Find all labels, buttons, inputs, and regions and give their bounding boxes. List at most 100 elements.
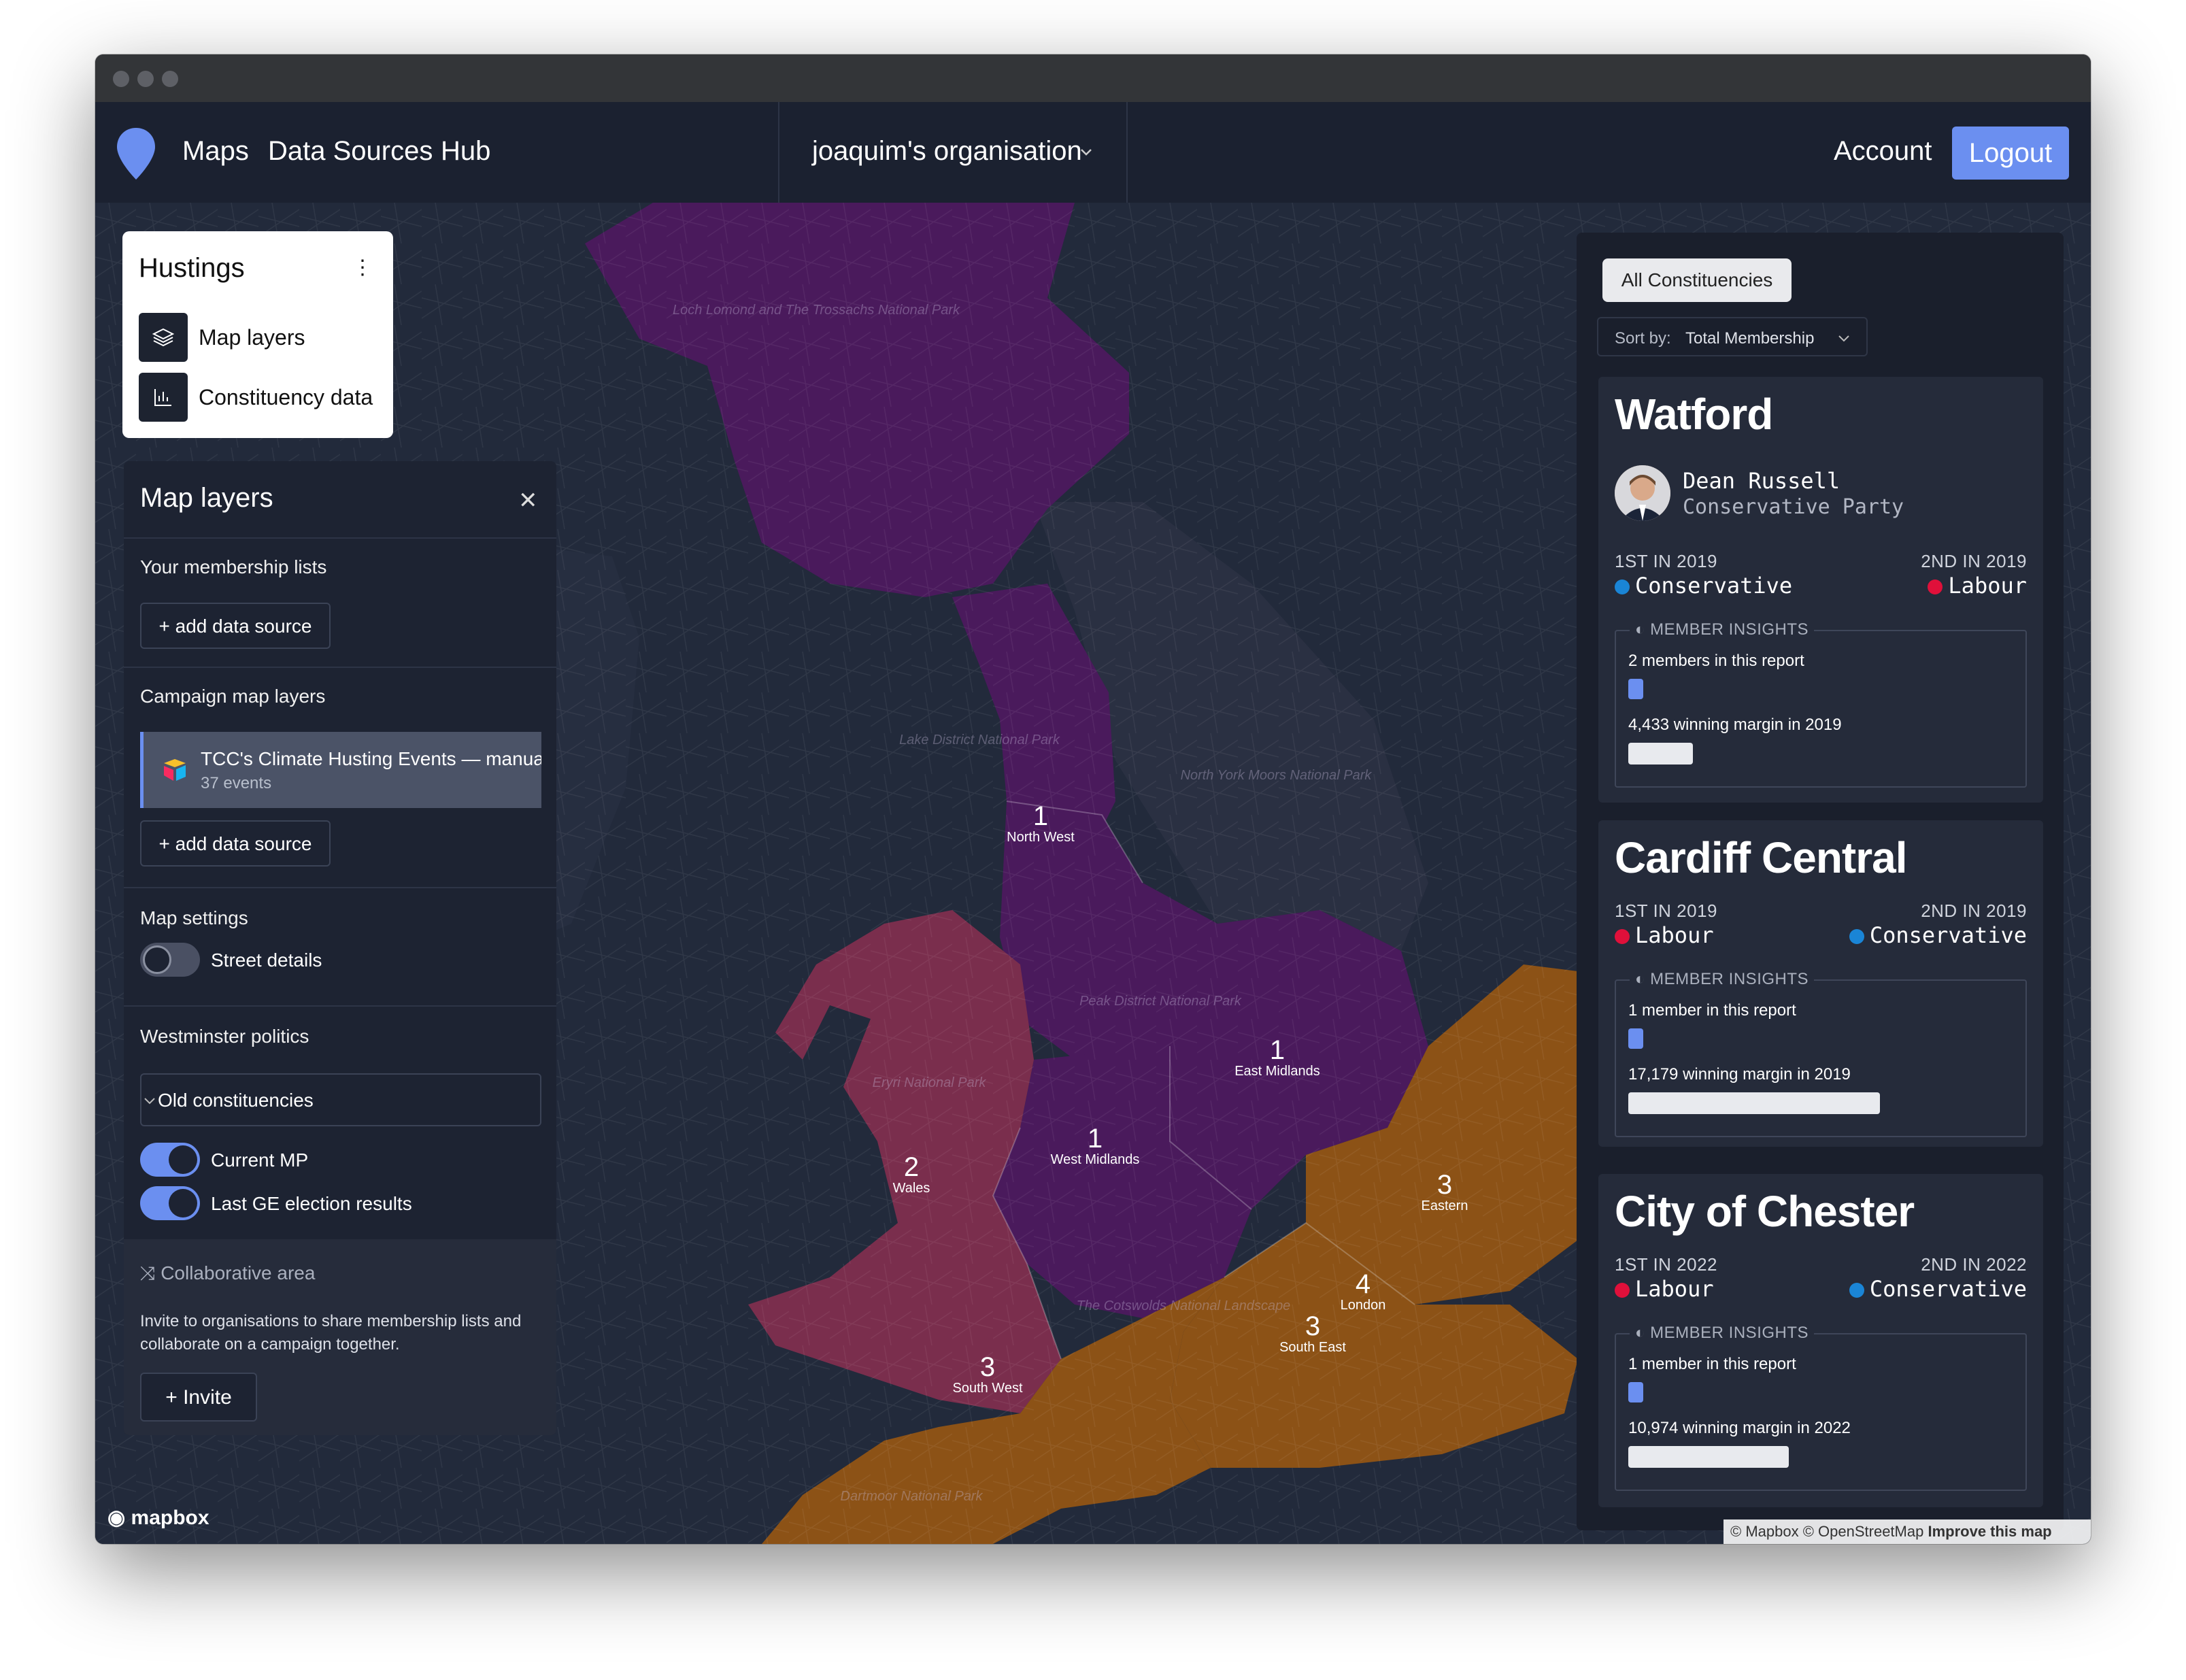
region-label-eastern[interactable]: 3 Eastern — [1422, 1171, 1468, 1214]
shuffle-icon: ⤨ — [140, 1262, 161, 1283]
second-place-label: 2ND IN 2019 — [1921, 551, 2027, 571]
party-color-dot — [1849, 929, 1864, 944]
divider — [124, 887, 556, 888]
divider — [124, 537, 556, 539]
party-color-dot — [1928, 579, 1943, 594]
park-label: Lake District National Park — [899, 733, 1060, 747]
attribution-text[interactable]: © Mapbox © OpenStreetMap — [1730, 1523, 1923, 1540]
nav-data-sources[interactable]: Data Sources — [268, 136, 433, 167]
region-label-south-west[interactable]: 3 South West — [952, 1354, 1022, 1396]
members-count: 1 member in this report — [1628, 1355, 1796, 1373]
mp-avatar — [1615, 465, 1670, 521]
park-label: Loch Lomond and The Trossachs National P… — [672, 303, 960, 318]
party-color-dot — [1615, 579, 1630, 594]
maximize-window-button[interactable] — [162, 71, 178, 87]
organisation-name: joaquim's organisation — [812, 136, 1082, 166]
park-label: Peak District National Park — [1079, 994, 1241, 1009]
member-insights-label: ◐ MEMBER INSIGHTS — [1630, 620, 1815, 639]
region-label-east-midlands[interactable]: 1 East Midlands — [1234, 1037, 1320, 1079]
close-icon[interactable]: ✕ — [518, 487, 538, 514]
region-label-west-midlands[interactable]: 1 West Midlands — [1051, 1125, 1140, 1168]
first-place-label: 1ST IN 2019 — [1615, 901, 1718, 921]
collaborative-area-description: Invite to organisations to share members… — [140, 1312, 522, 1354]
last-ge-label: Last GE election results — [211, 1193, 412, 1214]
airtable-logo-icon — [164, 759, 186, 781]
constituency-card[interactable]: Watford Dean Russell Conservative Party … — [1598, 377, 2043, 803]
winning-margin: 4,433 winning margin in 2019 — [1628, 716, 1842, 734]
constituency-data-label: Constituency data — [199, 385, 373, 409]
current-mp-label: Current MP — [211, 1149, 309, 1171]
all-constituencies-filter[interactable]: All Constituencies — [1602, 258, 1792, 302]
mp-party: Conservative Party — [1683, 495, 1904, 519]
region-label-south-east[interactable]: 3 South East — [1279, 1313, 1346, 1356]
title-bar — [95, 54, 2091, 102]
constituency-boundary-select[interactable]: Old constituencies — [140, 1073, 541, 1126]
account-link[interactable]: Account — [1834, 136, 1932, 167]
close-window-button[interactable] — [113, 71, 129, 87]
mp-name: Dean Russell — [1683, 468, 1840, 494]
first-place-label: 1ST IN 2019 — [1615, 551, 1718, 571]
insights-icon: ◐ — [1635, 1324, 1651, 1342]
constituency-card[interactable]: Cardiff Central 1ST IN 2019 Labour 2ND I… — [1598, 820, 2043, 1147]
party-color-dot — [1849, 1283, 1864, 1298]
member-insights-label: ◐ MEMBER INSIGHTS — [1630, 970, 1815, 989]
top-nav: Maps Data Sources Hub joaquim's organisa… — [95, 102, 2091, 203]
app-window: Maps Data Sources Hub joaquim's organisa… — [95, 54, 2091, 1544]
improve-map-link[interactable]: Improve this map — [1928, 1523, 2051, 1540]
constituency-name: Cardiff Central — [1615, 833, 1907, 882]
layer-count: 37 events — [201, 774, 272, 792]
party-color-dot — [1615, 929, 1630, 944]
region-label-london[interactable]: 4 London — [1341, 1271, 1386, 1313]
winning-margin: 10,974 winning margin in 2022 — [1628, 1419, 1851, 1437]
hustings-menu: Hustings ⋮ Map layers Constituency data — [122, 231, 393, 438]
panel-title: Map layers — [140, 483, 273, 513]
mapbox-logo[interactable]: ◉ mapbox — [107, 1506, 209, 1530]
member-insights: ◐ MEMBER INSIGHTS 1 member in this repor… — [1615, 1324, 2027, 1491]
chevron-down-icon — [1081, 149, 1092, 156]
map-settings-label: Map settings — [140, 907, 248, 928]
map-attribution: © Mapbox © OpenStreetMap Improve this ma… — [1723, 1519, 2091, 1544]
map-layers-label: Map layers — [199, 325, 305, 350]
margin-bar — [1628, 1092, 1880, 1114]
second-place-label: 2ND IN 2022 — [1921, 1254, 2027, 1275]
members-bar — [1628, 1028, 1643, 1049]
sort-label: Sort by: — [1615, 329, 1671, 348]
park-label: North York Moors National Park — [1180, 768, 1372, 783]
membership-lists-label: Your membership lists — [140, 556, 327, 577]
nav-maps[interactable]: Maps — [182, 136, 249, 167]
constituency-panel: All Constituencies Sort by: Total Member… — [1577, 233, 2064, 1530]
more-options-icon[interactable]: ⋮ — [352, 256, 373, 280]
last-ge-toggle[interactable] — [140, 1186, 200, 1220]
member-insights: ◐ MEMBER INSIGHTS 1 member in this repor… — [1615, 970, 2027, 1137]
sort-dropdown[interactable]: Sort by: Total Membership — [1597, 317, 1868, 356]
add-membership-source-button[interactable]: + add data source — [140, 603, 331, 649]
second-place-party: Labour — [1928, 573, 2027, 599]
party-color-dot — [1615, 1283, 1630, 1298]
map-canvas[interactable]: Loch Lomond and The Trossachs National P… — [95, 203, 2091, 1544]
region-label-wales[interactable]: 2 Wales — [893, 1154, 930, 1196]
current-mp-toggle[interactable] — [140, 1143, 200, 1177]
campaign-layer-item[interactable]: TCC's Climate Husting Events — manual 37… — [140, 732, 541, 808]
street-details-label: Street details — [211, 950, 322, 971]
hustings-title: Hustings — [139, 253, 245, 283]
organisation-switcher[interactable]: joaquim's organisation — [778, 102, 1128, 203]
layers-icon — [139, 313, 188, 362]
minimize-window-button[interactable] — [137, 71, 154, 87]
first-place-party: Conservative — [1615, 573, 1792, 599]
westminster-label: Westminster politics — [140, 1026, 309, 1047]
nav-hub[interactable]: Hub — [441, 136, 490, 167]
second-place-party: Conservative — [1849, 922, 2027, 948]
region-label-north-west[interactable]: 1 North West — [1007, 803, 1075, 845]
campaign-layers-label: Campaign map layers — [140, 686, 326, 707]
constituency-card[interactable]: City of Chester 1ST IN 2022 Labour 2ND I… — [1598, 1174, 2043, 1507]
first-place-label: 1ST IN 2022 — [1615, 1254, 1718, 1275]
street-details-toggle[interactable] — [140, 943, 200, 977]
invite-button[interactable]: + Invite — [140, 1373, 257, 1422]
sort-value: Total Membership — [1685, 329, 1815, 348]
margin-bar — [1628, 1446, 1789, 1468]
add-campaign-source-button[interactable]: + add data source — [140, 820, 331, 867]
layer-name: TCC's Climate Husting Events — manual — [201, 748, 541, 769]
logout-button[interactable]: Logout — [1952, 127, 2069, 180]
logo-pin-icon[interactable] — [116, 127, 156, 181]
park-label: Dartmoor National Park — [840, 1489, 983, 1504]
